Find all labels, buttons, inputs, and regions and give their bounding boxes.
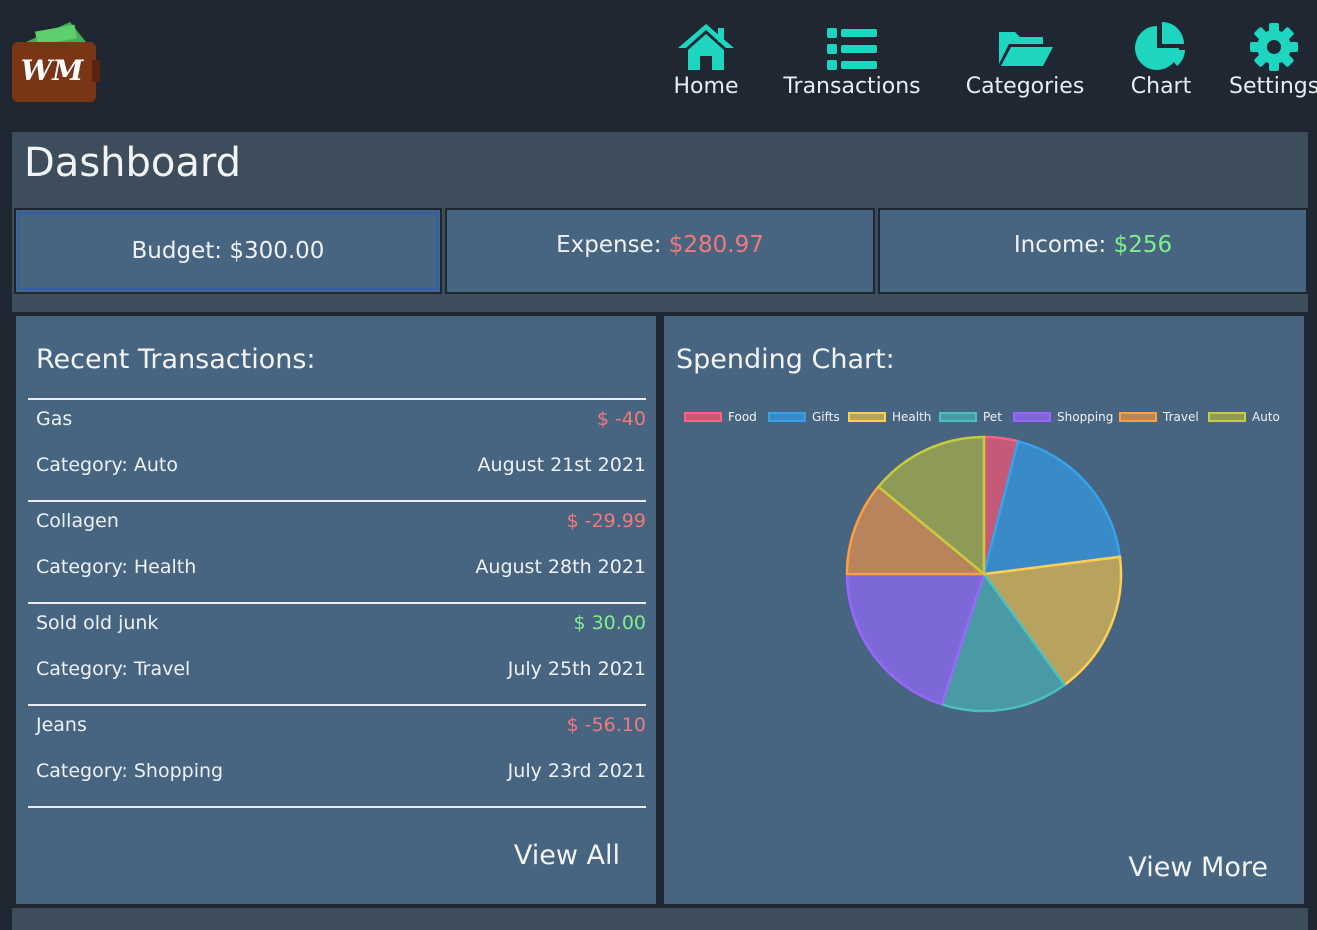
folder-open-icon bbox=[965, 20, 1085, 72]
transaction-date: August 21st 2021 bbox=[477, 454, 646, 476]
legend-swatch bbox=[848, 412, 886, 422]
recent-transactions-panel: Recent Transactions: Gas $ -40 Category:… bbox=[14, 314, 658, 906]
legend-label: Auto bbox=[1252, 410, 1280, 424]
transaction-row[interactable]: Sold old junk $ 30.00 Category: Travel J… bbox=[28, 602, 646, 706]
app-logo[interactable]: WM bbox=[12, 20, 100, 102]
legend-label: Gifts bbox=[812, 410, 840, 424]
legend-swatch bbox=[1208, 412, 1246, 422]
nav-home[interactable]: Home bbox=[671, 20, 741, 99]
stats-row: Budget: $300.00 Expense: $280.97 Income:… bbox=[12, 208, 1308, 312]
nav-transactions[interactable]: Transactions bbox=[777, 20, 927, 99]
income-card: Income: $256 bbox=[878, 208, 1308, 294]
transaction-name: Jeans bbox=[36, 714, 87, 736]
transaction-category: Category: Shopping bbox=[36, 760, 224, 782]
transaction-date: August 28th 2021 bbox=[475, 556, 646, 578]
legend-item-auto[interactable]: Auto bbox=[1208, 410, 1280, 424]
nav-chart[interactable]: Chart bbox=[1123, 20, 1199, 99]
budget-value: $300.00 bbox=[229, 238, 325, 264]
transaction-amount: $ -29.99 bbox=[566, 510, 646, 532]
page-title: Dashboard bbox=[24, 140, 242, 186]
gear-icon bbox=[1229, 20, 1317, 72]
transaction-name: Gas bbox=[36, 408, 73, 430]
recent-transactions-title: Recent Transactions: bbox=[36, 344, 316, 375]
view-more-link[interactable]: View More bbox=[1128, 852, 1268, 883]
budget-label: Budget: bbox=[131, 238, 223, 264]
nav-transactions-label: Transactions bbox=[783, 74, 921, 99]
legend-swatch bbox=[768, 412, 806, 422]
transaction-row[interactable]: Gas $ -40 Category: Auto August 21st 202… bbox=[28, 398, 646, 502]
legend-label: Travel bbox=[1163, 410, 1199, 424]
income-value: $256 bbox=[1113, 232, 1173, 258]
main-nav: Home Transactions Categories Chart Setti… bbox=[617, 20, 1317, 110]
spending-chart-title: Spending Chart: bbox=[676, 344, 895, 375]
view-all-link[interactable]: View All bbox=[514, 840, 620, 871]
list-icon bbox=[777, 20, 927, 72]
legend-swatch bbox=[939, 412, 977, 422]
logo-text: WM bbox=[21, 54, 84, 87]
footer-strip bbox=[12, 908, 1308, 930]
transaction-row[interactable]: Jeans $ -56.10 Category: Shopping July 2… bbox=[28, 704, 646, 808]
transaction-category: Category: Health bbox=[36, 556, 197, 578]
nav-chart-label: Chart bbox=[1130, 74, 1192, 99]
transaction-name: Sold old junk bbox=[36, 612, 159, 634]
transaction-name: Collagen bbox=[36, 510, 119, 532]
expense-value: $280.97 bbox=[668, 232, 764, 258]
nav-categories[interactable]: Categories bbox=[965, 20, 1085, 99]
nav-settings[interactable]: Settings bbox=[1229, 20, 1317, 99]
legend-item-food[interactable]: Food bbox=[684, 410, 757, 424]
legend-label: Shopping bbox=[1057, 410, 1114, 424]
list-divider bbox=[28, 806, 646, 808]
legend-swatch bbox=[1119, 412, 1157, 422]
legend-item-gifts[interactable]: Gifts bbox=[768, 410, 840, 424]
transaction-date: July 25th 2021 bbox=[507, 658, 646, 680]
transaction-amount: $ -40 bbox=[596, 408, 646, 430]
nav-home-label: Home bbox=[673, 74, 739, 99]
spending-chart-panel: Spending Chart: Food Gifts Health Pet Shoppi… bbox=[662, 314, 1306, 906]
transaction-amount: $ 30.00 bbox=[573, 612, 646, 634]
legend-item-shopping[interactable]: Shopping bbox=[1013, 410, 1113, 424]
budget-card[interactable]: Budget: $300.00 bbox=[14, 208, 442, 294]
transaction-amount: $ -56.10 bbox=[566, 714, 646, 736]
legend-item-health[interactable]: Health bbox=[848, 410, 931, 424]
expense-label: Expense: bbox=[556, 232, 662, 258]
expense-card: Expense: $280.97 bbox=[445, 208, 875, 294]
legend-swatch bbox=[684, 412, 722, 422]
nav-settings-label: Settings bbox=[1229, 74, 1317, 99]
home-icon bbox=[671, 20, 741, 72]
nav-categories-label: Categories bbox=[965, 74, 1085, 99]
legend-item-travel[interactable]: Travel bbox=[1119, 410, 1199, 424]
transaction-category: Category: Auto bbox=[36, 454, 178, 476]
income-label: Income: bbox=[1013, 232, 1107, 258]
legend-swatch bbox=[1013, 412, 1051, 422]
legend-label: Food bbox=[728, 410, 757, 424]
transaction-row[interactable]: Collagen $ -29.99 Category: Health Augus… bbox=[28, 500, 646, 604]
pie-chart-icon bbox=[1123, 20, 1199, 72]
dashboard-header: Dashboard bbox=[12, 132, 1308, 208]
transaction-category: Category: Travel bbox=[36, 658, 191, 680]
spending-pie-chart bbox=[845, 435, 1123, 713]
legend-item-pet[interactable]: Pet bbox=[939, 410, 1002, 424]
legend-label: Pet bbox=[983, 410, 1002, 424]
transaction-date: July 23rd 2021 bbox=[507, 760, 646, 782]
legend-label: Health bbox=[892, 410, 932, 424]
